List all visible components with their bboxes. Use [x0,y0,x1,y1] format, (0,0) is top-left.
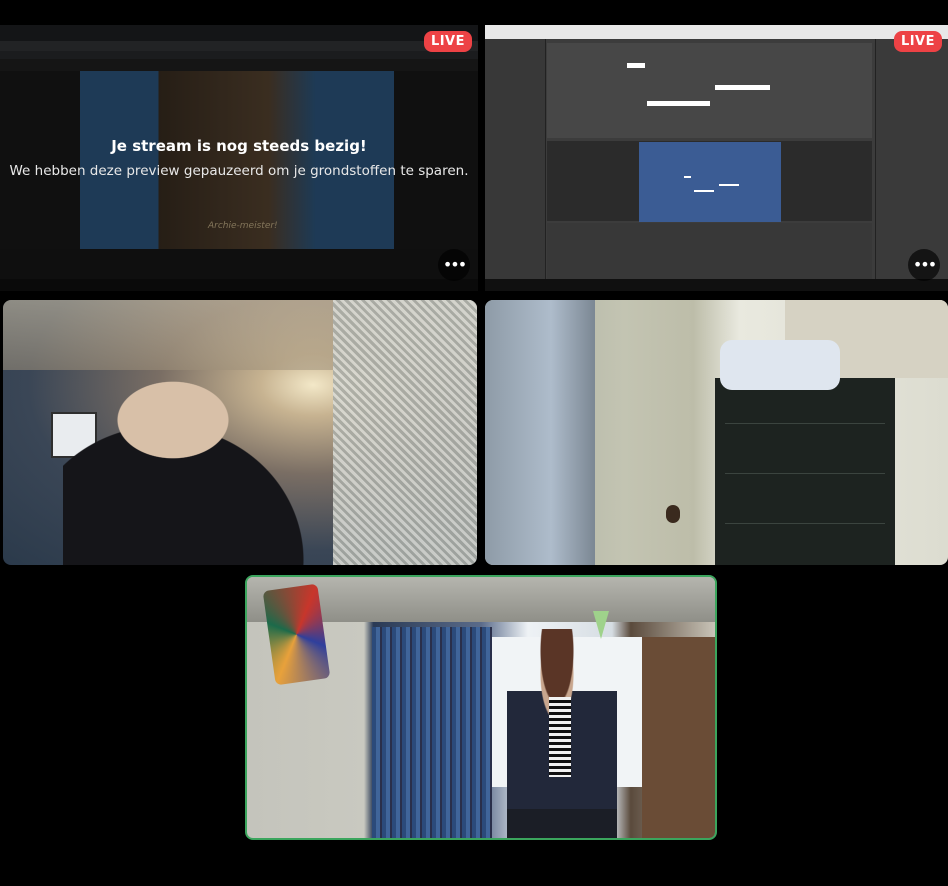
camera-tile-2[interactable] [485,300,948,565]
editor-hierarchy-panel [485,39,546,279]
clothes-pile [720,340,840,390]
more-options-button[interactable]: ••• [908,249,940,281]
paused-title: Je stream is nog steeds bezig! [111,137,367,155]
editor-title-bar [485,25,948,39]
pause-overlay [0,25,478,291]
stream-tile-2[interactable]: LIVE ••• [485,25,948,291]
cabinet-drawer [725,473,885,474]
editor-scene-view [547,43,872,138]
os-taskbar [485,279,948,291]
editor-game-view [639,142,781,222]
cabinet-drawer [725,423,885,424]
curtain [372,627,492,838]
striped-shirt [549,697,571,777]
editor-project-panel [547,223,872,279]
more-icon: ••• [912,255,937,274]
door [642,637,715,838]
participant-video [63,350,383,565]
more-options-button[interactable]: ••• [438,249,470,281]
paused-subtitle: We hebben deze preview gepauzeerd om je … [9,163,469,179]
live-badge: LIVE [423,31,472,52]
editor-inspector-panel [875,39,948,279]
game-platform [719,184,739,186]
camera-tile-3-speaking[interactable] [245,575,717,840]
cabinet-drawer [725,523,885,524]
live-badge: LIVE [893,31,942,52]
scene-platform [715,85,770,90]
game-platform [684,176,691,178]
filing-cabinet [715,378,895,565]
participant-sleeve [485,300,595,565]
game-platform [694,190,714,192]
scene-platform [692,101,710,106]
stream-tile-1[interactable]: Archie-meister! Je stream is nog steeds … [0,25,478,291]
scene-platform [627,63,645,68]
more-icon: ••• [442,255,467,274]
door-knob [666,505,680,523]
camera-tile-1[interactable] [3,300,477,565]
